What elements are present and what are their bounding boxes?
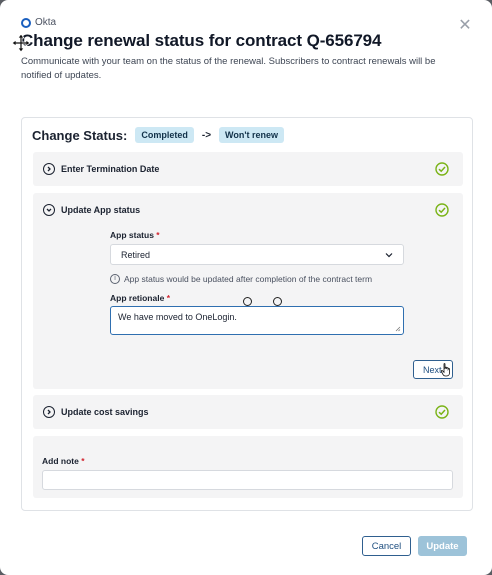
required-marker: * bbox=[166, 293, 170, 303]
cost-savings-header[interactable]: Update cost savings bbox=[43, 395, 149, 429]
next-button[interactable]: Next bbox=[413, 360, 453, 379]
text-selection-handle-end[interactable] bbox=[273, 297, 282, 306]
termination-date-section: Enter Termination Date bbox=[33, 152, 463, 186]
app-rationale-field-text: App retionale bbox=[110, 293, 165, 303]
chevron-right-circle-icon bbox=[43, 163, 55, 175]
status-arrow: -> bbox=[201, 129, 212, 141]
status-from-badge: Completed bbox=[135, 127, 194, 143]
app-status-section: Update App status App status * Retired i… bbox=[33, 193, 463, 389]
cost-savings-section: Update cost savings bbox=[33, 395, 463, 429]
add-note-label: Add note * bbox=[42, 456, 85, 466]
check-circle-icon bbox=[435, 203, 449, 217]
cancel-button[interactable]: Cancel bbox=[362, 536, 411, 556]
app-name: Okta bbox=[35, 17, 57, 28]
termination-date-label: Enter Termination Date bbox=[61, 164, 160, 174]
close-icon[interactable]: ✕ bbox=[458, 18, 472, 34]
app-status-info: i App status would be updated after comp… bbox=[110, 274, 372, 284]
text-selection-handle-start[interactable] bbox=[243, 297, 252, 306]
status-change-row: Change Status: Completed -> Won't renew bbox=[32, 127, 285, 143]
app-status-select[interactable]: Retired bbox=[110, 244, 404, 265]
check-circle-icon bbox=[435, 405, 449, 419]
app-status-header[interactable]: Update App status bbox=[43, 193, 140, 227]
move-cursor-icon bbox=[11, 33, 31, 53]
add-note-text: Add note bbox=[42, 456, 79, 466]
hand-cursor-icon bbox=[440, 363, 450, 377]
required-marker: * bbox=[81, 456, 85, 466]
app-rationale-textarea[interactable]: We have moved to OneLogin. bbox=[110, 306, 404, 335]
app-status-field-text: App status bbox=[110, 230, 154, 240]
app-rationale-value: We have moved to OneLogin. bbox=[118, 312, 237, 322]
status-to-badge: Won't renew bbox=[219, 127, 285, 143]
check-circle-icon bbox=[435, 162, 449, 176]
add-note-section: Add note * bbox=[33, 436, 463, 498]
app-indicator: Okta bbox=[21, 17, 56, 28]
status-label: Change Status: bbox=[32, 127, 128, 143]
update-button[interactable]: Update bbox=[418, 536, 467, 556]
next-button-label: Next bbox=[423, 364, 442, 375]
cost-savings-label: Update cost savings bbox=[61, 407, 149, 417]
resize-handle-icon[interactable] bbox=[395, 326, 401, 332]
add-note-input[interactable] bbox=[42, 470, 453, 490]
app-status-value: Retired bbox=[121, 249, 151, 260]
app-rationale-field-label: App retionale * bbox=[110, 293, 170, 303]
chevron-down-circle-icon bbox=[43, 204, 55, 216]
app-status-header-label: Update App status bbox=[61, 205, 141, 215]
okta-logo-icon bbox=[21, 17, 31, 28]
chevron-down-icon bbox=[385, 252, 393, 257]
required-marker: * bbox=[156, 230, 160, 240]
app-status-field-label: App status * bbox=[110, 230, 160, 240]
info-icon: i bbox=[110, 274, 120, 284]
dialog-title: Change renewal status for contract Q-656… bbox=[21, 31, 382, 50]
app-status-info-text: App status would be updated after comple… bbox=[124, 274, 373, 284]
termination-date-header[interactable]: Enter Termination Date bbox=[43, 152, 159, 186]
change-status-panel: Change Status: Completed -> Won't renew … bbox=[21, 117, 473, 511]
renewal-status-dialog: Okta ✕ Change renewal status for contrac… bbox=[0, 0, 492, 575]
dialog-subtitle: Communicate with your team on the status… bbox=[21, 56, 436, 81]
chevron-right-circle-icon bbox=[43, 406, 55, 418]
